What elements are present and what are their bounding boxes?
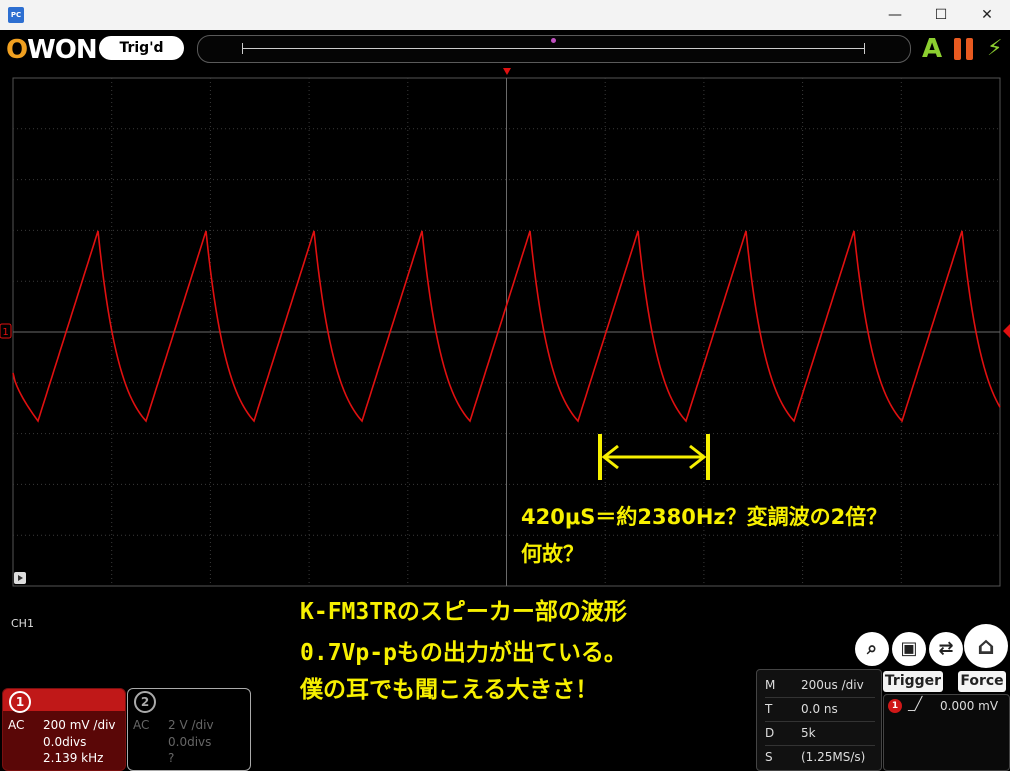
owon-logo: OWON	[6, 35, 98, 65]
trigger-position-marker	[503, 68, 511, 75]
window-title-bar: PC — ☐ ✕	[0, 0, 1010, 30]
sample-rate-key: S	[765, 750, 773, 764]
trigger-level-marker	[1003, 324, 1010, 338]
period-measure-arrow	[598, 434, 710, 480]
trigger-button[interactable]: Trigger	[883, 671, 943, 692]
timebase-row: M 200us /div	[765, 673, 875, 698]
caption-line-1: K-FM3TRのスピーカー部の波形	[300, 599, 627, 625]
depth-value: 5k	[801, 726, 816, 740]
save-icon[interactable]: ▣	[892, 632, 926, 666]
trigger-channel-badge: 1	[888, 699, 902, 713]
channel1-level-marker: 1	[0, 323, 12, 339]
pause-icon[interactable]	[954, 38, 974, 60]
trigger-status-badge: Trig'd	[99, 36, 184, 60]
time-offset-row: T 0.0 ns	[765, 697, 875, 722]
channel2-frequency: ?	[168, 751, 175, 765]
minimize-button[interactable]: —	[872, 0, 918, 30]
trigger-level: 0.000 mV	[940, 699, 999, 713]
timebase-value: 200us /div	[801, 678, 864, 692]
timeline-track	[242, 48, 864, 49]
time-offset-value: 0.0 ns	[801, 702, 838, 716]
annotation-period: 420μS＝約2380Hz？変調波の2倍？	[521, 505, 888, 529]
channel2-number: 2	[134, 691, 156, 713]
single-trigger-icon[interactable]: ⚡	[987, 36, 1002, 61]
rising-edge-icon: _╱	[908, 697, 923, 712]
force-button[interactable]: Force	[958, 671, 1006, 692]
depth-key: D	[765, 726, 775, 740]
horizontal-settings-panel[interactable]: M 200us /div T 0.0 ns D 5k S (1.25MS/s)	[756, 669, 882, 771]
maximize-button[interactable]: ☐	[918, 0, 964, 30]
app-icon: PC	[8, 7, 24, 23]
channel1-marker-label: 1	[2, 327, 8, 338]
channel1-label: CH1	[11, 617, 34, 630]
zoom-icon[interactable]: ⌕	[855, 632, 889, 666]
close-button[interactable]: ✕	[964, 0, 1010, 30]
channel1-number: 1	[9, 691, 31, 713]
channel1-frequency: 2.139 kHz	[43, 751, 104, 765]
channel1-coupling: AC	[8, 718, 25, 732]
timebase-key: M	[765, 678, 776, 692]
play-small-icon[interactable]	[14, 572, 26, 584]
swap-icon[interactable]: ⇄	[929, 632, 963, 666]
timeline-right-bound	[864, 43, 865, 54]
sample-rate-row: S (1.25MS/s)	[765, 745, 875, 769]
caption-line-2: 0.7Vp-pもの出力が出ている。	[300, 640, 627, 666]
channel1-volts-div: 200 mV /div	[43, 718, 116, 732]
caption-line-3: 僕の耳でも聞こえる大きさ！	[300, 677, 599, 703]
trigger-info-panel[interactable]: 1 _╱ 0.000 mV	[883, 694, 1010, 771]
channel1-panel[interactable]: 1 AC 200 mV /div 0.0divs 2.139 kHz	[2, 688, 126, 771]
annotation-question: 何故？	[521, 542, 584, 566]
channel2-coupling: AC	[133, 718, 150, 732]
channel2-panel[interactable]: 2 AC 2 V /div 0.0divs ?	[127, 688, 251, 771]
channel2-volts-div: 2 V /div	[168, 718, 214, 732]
channel2-offset: 0.0divs	[168, 735, 212, 749]
auto-set-icon[interactable]: A	[922, 35, 942, 63]
depth-row: D 5k	[765, 721, 875, 746]
timeline-position-marker[interactable]	[551, 38, 556, 43]
app-toolbar: OWON Trig'd A ⚡	[0, 30, 1010, 69]
time-offset-key: T	[765, 702, 773, 716]
waveform-timeline[interactable]	[197, 35, 911, 63]
channel1-offset: 0.0divs	[43, 735, 87, 749]
timeline-left-bound	[242, 43, 243, 54]
logo-rest: WON	[27, 35, 98, 65]
home-icon[interactable]: ⌂	[964, 624, 1008, 668]
logo-o: O	[6, 35, 28, 65]
sample-rate-value: (1.25MS/s)	[801, 750, 866, 764]
